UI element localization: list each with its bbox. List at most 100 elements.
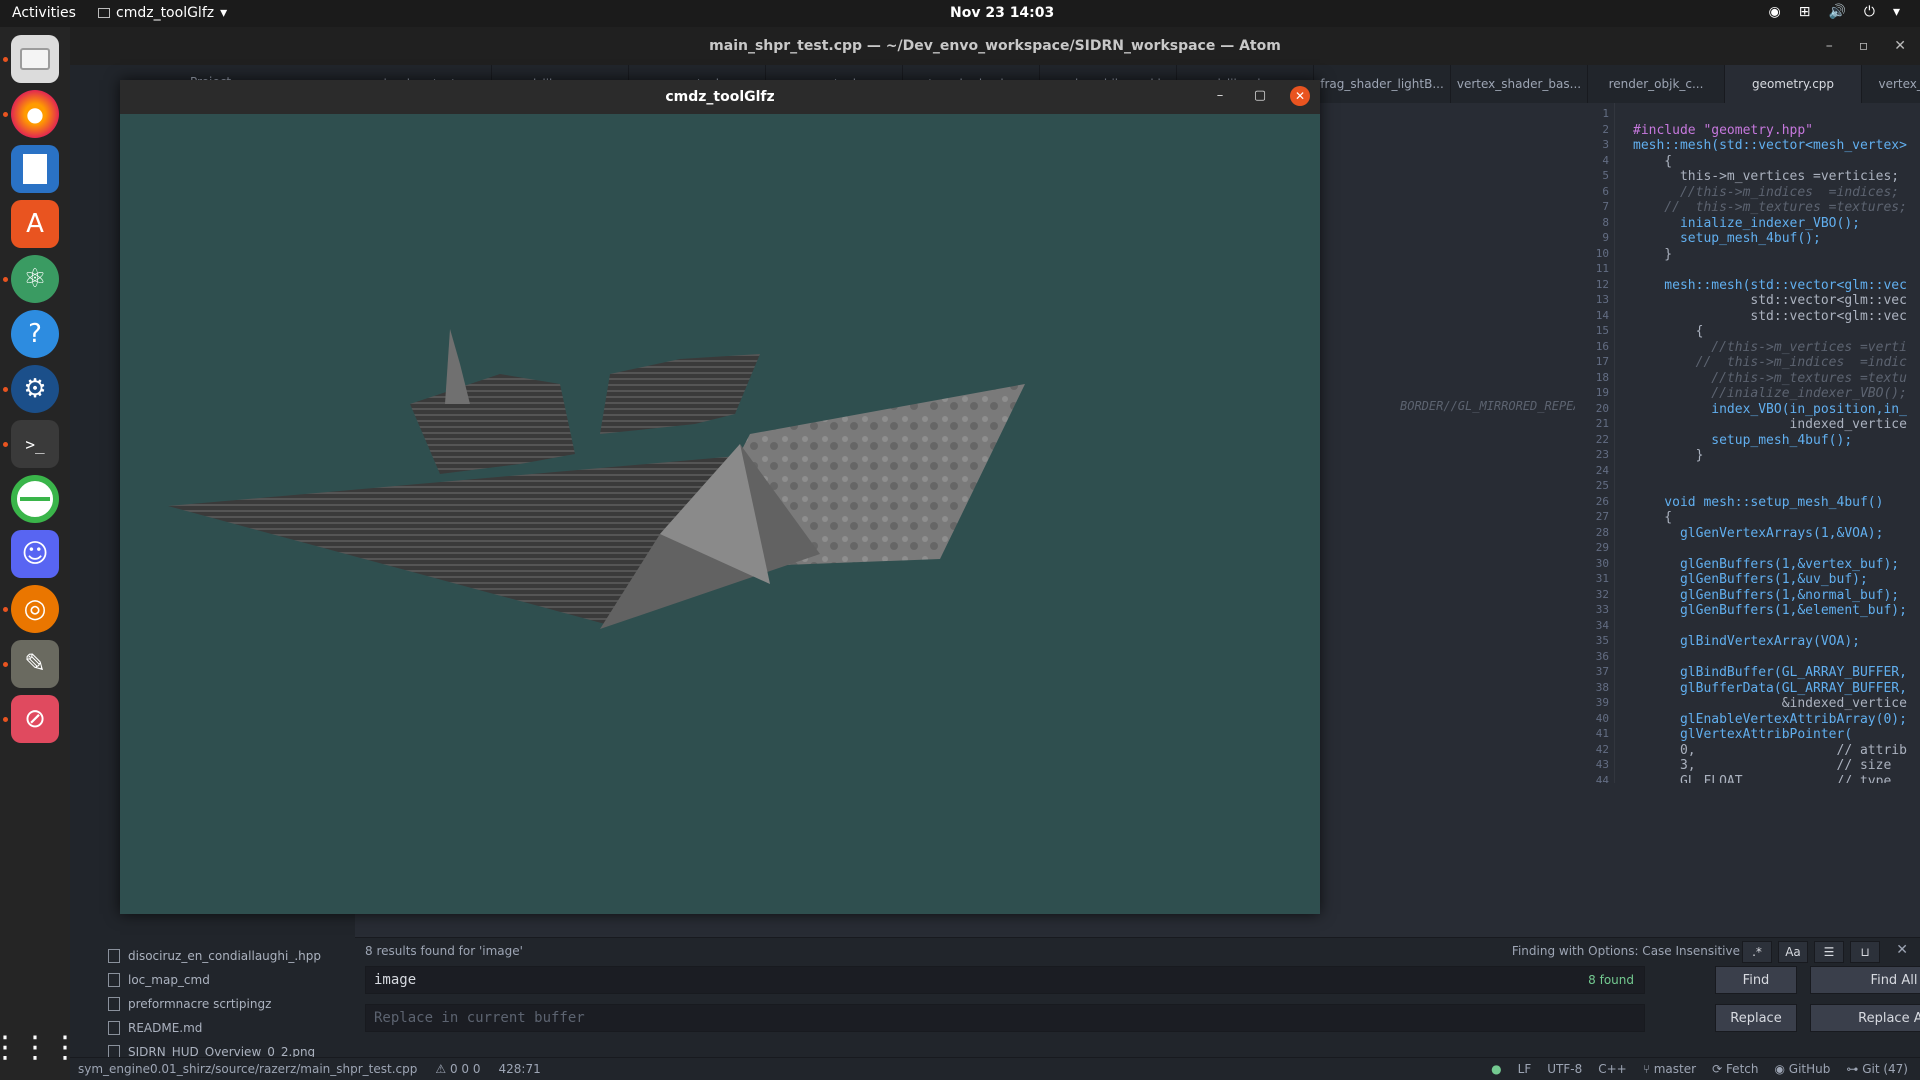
tree-item[interactable]: preformnacre scrtipingz [108,993,271,1015]
network-icon[interactable]: ⊞ [1799,4,1811,20]
code-line[interactable]: glGenBuffers(1,&element_buf); [1633,603,1907,618]
code-line[interactable]: //this->m_indices =indices; [1633,185,1899,200]
software-icon[interactable]: A [11,200,59,248]
files-icon[interactable] [11,35,59,83]
gnome-icon[interactable] [11,475,59,523]
tab-9[interactable]: render_objk_c... [1588,65,1725,103]
code-line[interactable]: { [1633,510,1672,525]
code-line[interactable]: //this->m_textures =textu [1633,371,1907,386]
blocked-app-icon[interactable]: ⊘ [11,695,59,743]
code-line[interactable]: setup_mesh_4buf(); [1633,433,1852,448]
selection-toggle[interactable]: ☰ [1814,941,1844,963]
clock[interactable]: Nov 23 14:03 [950,5,1054,21]
help-icon[interactable]: ? [11,310,59,358]
volume-icon[interactable]: 🔊 [1828,4,1845,20]
code-line[interactable]: this->m_vertices =verticies; [1633,169,1899,184]
activities-button[interactable]: Activities [12,5,76,21]
code-line[interactable]: setup_mesh_4buf(); [1633,231,1821,246]
code-line[interactable]: std::vector<glm::vec [1633,309,1907,324]
code-line[interactable]: glGenVertexArrays(1,&VOA); [1633,526,1884,541]
code-line[interactable]: glBindBuffer(GL_ARRAY_BUFFER, [1633,665,1907,680]
close-button[interactable]: ✕ [1290,86,1310,106]
replace-all-button[interactable]: Replace All [1810,1004,1920,1032]
tree-item[interactable]: README.md [108,1017,202,1039]
fetch-button[interactable]: ⟳ Fetch [1712,1062,1758,1076]
code-line[interactable]: glVertexAttribPointer( [1633,727,1852,742]
code-line[interactable]: } [1633,448,1704,463]
tab-10[interactable]: geometry.cpp [1725,65,1862,103]
code-line[interactable]: inialize_indexer_VBO(); [1633,216,1860,231]
blender-icon[interactable]: ◎ [11,585,59,633]
git-branch[interactable]: ⑂ master [1643,1062,1696,1076]
tab-11[interactable]: vertex_shader_... [1862,65,1920,103]
atom-title-bar[interactable]: main_shpr_test.cpp — ~/Dev_envo_workspac… [70,27,1920,65]
code-line[interactable]: index_VBO(in_position,in_ [1633,402,1907,417]
code-line[interactable]: { [1633,154,1672,169]
code-line[interactable]: glEnableVertexAttribArray(0); [1633,712,1907,727]
code-line[interactable]: GL_FLOAT, // type [1633,774,1891,784]
close-button[interactable]: ✕ [1894,27,1906,65]
code-line[interactable]: // this->m_indices =indic [1633,355,1907,370]
code-line[interactable]: &indexed_vertice [1633,696,1907,711]
git-button[interactable]: ⊶ Git (47) [1846,1062,1908,1076]
code-editor[interactable]: 1 2 3 4 5 6 7 8 9 10 11 12 13 14 15 16 17 18 19 20 21 22 23 24 2… [1575,103,1920,783]
tab-8[interactable]: vertex_shader_bas... [1451,65,1588,103]
tree-item[interactable]: loc_map_cmd [108,969,210,991]
code-line[interactable]: std::vector<glm::vec [1633,293,1907,308]
minimize-button[interactable]: – [1210,86,1230,106]
code-line[interactable]: #include "geometry.hpp" [1633,123,1813,138]
cursor-position[interactable]: 428:71 [499,1062,541,1076]
diagnostics[interactable]: ⚠ 0 0 0 [435,1062,480,1076]
gl-window-title-bar[interactable]: cmdz_toolGlfz – ▢ ✕ [120,80,1320,114]
file-path[interactable]: sym_engine0.01_shirz/source/razerz/main_… [78,1062,417,1076]
atom-icon[interactable]: ⚛ [11,255,59,303]
writer-icon[interactable] [11,145,59,193]
power-icon[interactable]: ⏻ [1864,4,1875,20]
replace-button[interactable]: Replace [1715,1004,1797,1032]
maximize-button[interactable]: ▫ [1859,27,1869,65]
app-menu[interactable]: cmdz_toolGlfz ▾ [98,5,227,21]
line-ending[interactable]: LF [1518,1062,1532,1076]
tab-7[interactable]: frag_shader_lightB... [1314,65,1451,103]
maximize-button[interactable]: ▢ [1250,86,1270,106]
github-button[interactable]: ◉ GitHub [1774,1062,1830,1076]
code-line[interactable]: mesh::mesh(std::vector<mesh_vertex> [1633,138,1907,153]
find-all-button[interactable]: Find All [1810,966,1920,994]
find-input[interactable]: image 8 found [365,966,1645,994]
code-line[interactable]: 3, // size [1633,758,1891,773]
chevron-down-icon[interactable]: ▾ [1893,4,1900,20]
encoding[interactable]: UTF-8 [1547,1062,1582,1076]
steam-tray-icon[interactable]: ◉ [1769,4,1781,20]
code-line[interactable]: //inialize_indexer_VBO(); [1633,386,1907,401]
close-icon[interactable]: ✕ [1896,942,1908,958]
whole-word-toggle[interactable]: ⊔ [1850,941,1880,963]
terminal-icon[interactable]: >_ [11,420,59,468]
tree-item[interactable]: disociruz_en_condiallaughi_.hpp [108,945,321,967]
gl-render-canvas[interactable] [120,114,1320,914]
code-line[interactable]: glBindVertexArray(VOA); [1633,634,1860,649]
code-line[interactable]: //this->m_vertices =verti [1633,340,1907,355]
grammar[interactable]: C++ [1598,1062,1627,1076]
gimp-icon[interactable]: ✎ [11,640,59,688]
code-line[interactable]: void mesh::setup_mesh_4buf() [1633,495,1883,510]
code-line[interactable]: glBufferData(GL_ARRAY_BUFFER, [1633,681,1907,696]
code-line[interactable]: glGenBuffers(1,&vertex_buf); [1633,557,1899,572]
steam-icon[interactable]: ⚙ [11,365,59,413]
minimize-button[interactable]: – [1826,27,1833,65]
discord-icon[interactable]: ☺ [11,530,59,578]
code-line[interactable]: { [1633,324,1704,339]
find-button[interactable]: Find [1715,966,1797,994]
code-line[interactable]: glGenBuffers(1,&normal_buf); [1633,588,1899,603]
code-line[interactable]: } [1633,247,1672,262]
regex-toggle[interactable]: .* [1742,941,1772,963]
code-line[interactable]: indexed_vertice [1633,417,1907,432]
code-line[interactable]: 0, // attrib [1633,743,1907,758]
system-tray[interactable]: ◉ ⊞ 🔊 ⏻ ▾ [1769,4,1901,20]
code-line[interactable]: mesh::mesh(std::vector<glm::vec [1633,278,1907,293]
replace-input[interactable]: Replace in current buffer [365,1004,1645,1032]
app-grid-icon[interactable]: ⋮⋮⋮ [0,1023,80,1071]
code-line[interactable]: glGenBuffers(1,&uv_buf); [1633,572,1868,587]
code-line[interactable]: // this->m_textures =textures; [1633,200,1907,215]
firefox-icon[interactable]: ● [11,90,59,138]
case-toggle[interactable]: Aa [1778,941,1808,963]
